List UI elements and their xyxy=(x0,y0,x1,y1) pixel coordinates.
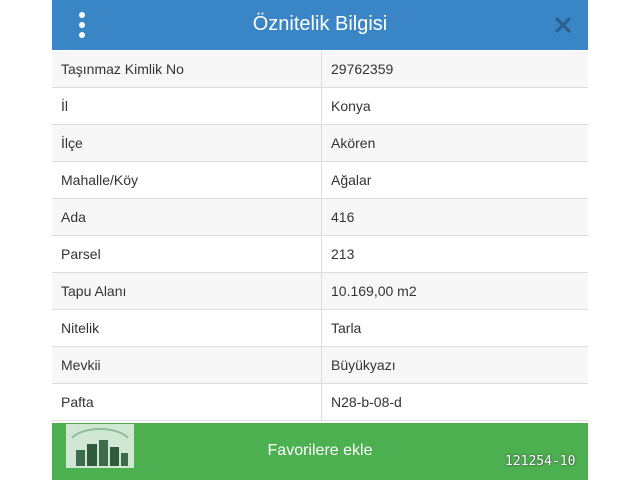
header-bar: Öznitelik Bilgisi xyxy=(52,0,588,50)
column-divider xyxy=(321,273,322,309)
attribute-value: 213 xyxy=(331,246,355,262)
attribute-label: İl xyxy=(61,98,68,114)
attribute-label: Nitelik xyxy=(61,320,100,336)
column-divider xyxy=(321,347,322,383)
column-divider xyxy=(321,51,322,87)
buildings-logo-icon xyxy=(66,424,134,468)
column-divider xyxy=(321,125,322,161)
attribute-label: Parsel xyxy=(61,246,101,262)
table-row: Parsel 213 xyxy=(52,236,588,273)
close-icon[interactable] xyxy=(552,14,574,36)
column-divider xyxy=(321,236,322,272)
column-divider xyxy=(321,88,322,124)
attribute-value: Akören xyxy=(331,135,376,151)
attribute-value: 29762359 xyxy=(331,61,394,77)
attribute-value: Tarla xyxy=(331,320,362,336)
table-row: Mevkii Büyükyazı xyxy=(52,347,588,384)
attribute-value: 416 xyxy=(331,209,355,225)
attribute-label: Taşınmaz Kimlik No xyxy=(61,61,184,77)
attribute-label: Mahalle/Köy xyxy=(61,172,139,188)
attribute-value: N28-b-08-d xyxy=(331,394,402,410)
attribute-label: Pafta xyxy=(61,394,94,410)
table-row: Taşınmaz Kimlik No 29762359 xyxy=(52,51,588,88)
table-row: Nitelik Tarla xyxy=(52,310,588,347)
attribute-label: Mevkii xyxy=(61,357,101,373)
table-row: Pafta N28-b-08-d xyxy=(52,384,588,421)
column-divider xyxy=(321,384,322,420)
attribute-value: Konya xyxy=(331,98,371,114)
attribute-label: Tapu Alanı xyxy=(61,283,127,299)
attribute-label: İlçe xyxy=(61,135,83,151)
table-row: İlçe Akören xyxy=(52,125,588,162)
table-row: İl Konya xyxy=(52,88,588,125)
page-title: Öznitelik Bilgisi xyxy=(252,13,388,35)
attribute-info-panel: Öznitelik Bilgisi Taşınmaz Kimlik No 297… xyxy=(52,0,588,480)
column-divider xyxy=(321,199,322,235)
table-row: Ada 416 xyxy=(52,199,588,236)
table-row: Tapu Alanı 10.169,00 m2 xyxy=(52,273,588,310)
attribute-value: 10.169,00 m2 xyxy=(331,283,417,299)
attribute-table: Taşınmaz Kimlik No 29762359 İl Konya İlç… xyxy=(52,51,588,421)
attribute-label: Ada xyxy=(61,209,86,225)
table-row: Mahalle/Köy Ağalar xyxy=(52,162,588,199)
column-divider xyxy=(321,162,322,198)
reference-code: 121254-10 xyxy=(505,454,576,469)
attribute-value: Büyükyazı xyxy=(331,357,396,373)
column-divider xyxy=(321,310,322,346)
attribute-value: Ağalar xyxy=(331,172,372,188)
